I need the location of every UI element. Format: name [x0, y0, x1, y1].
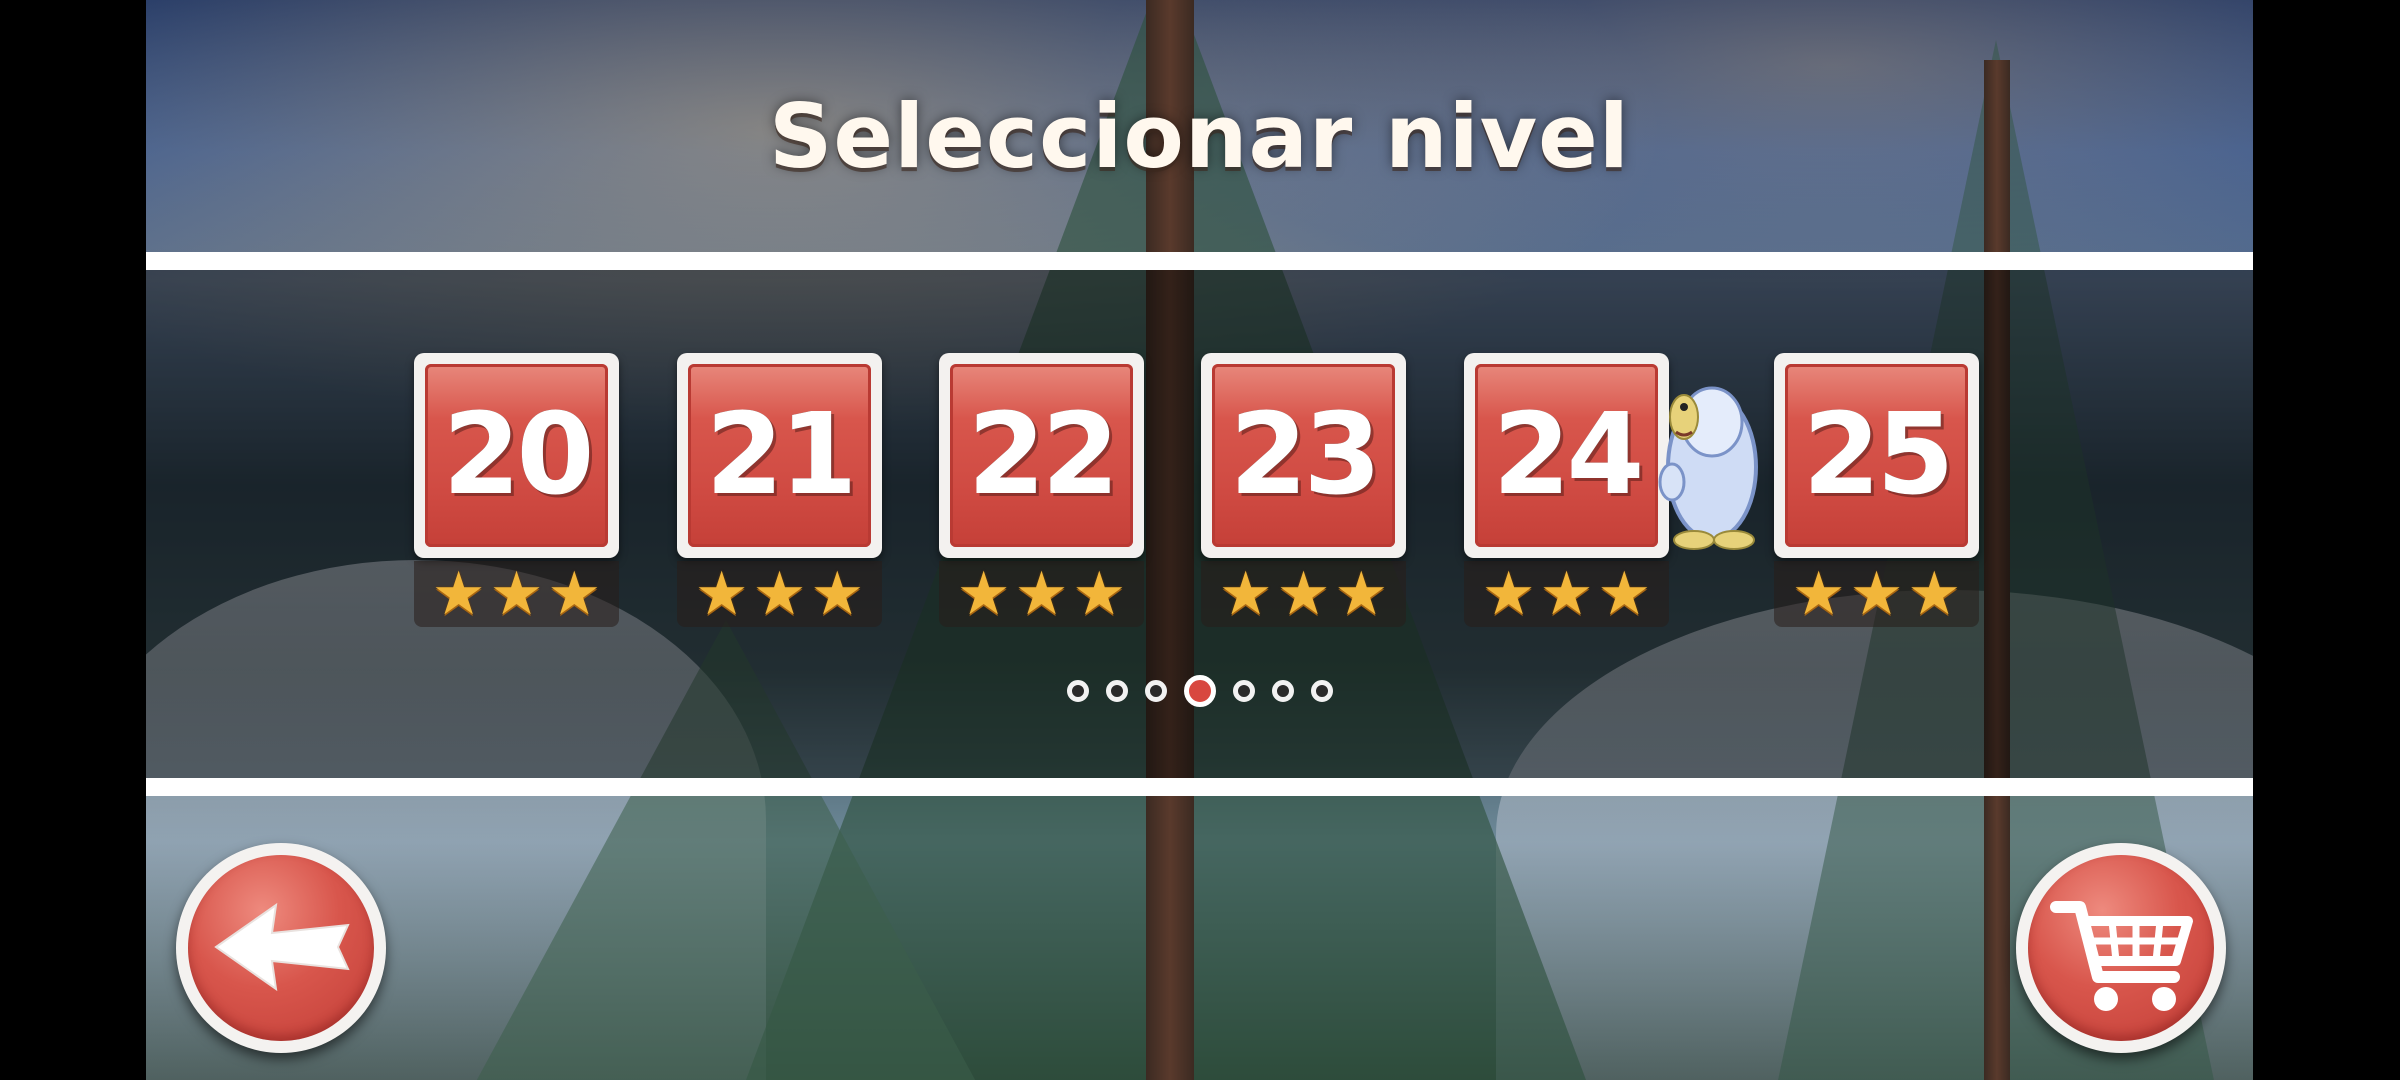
- page-dot[interactable]: [1310, 680, 1333, 702]
- page-title: Seleccionar nivel: [769, 85, 1630, 188]
- level-number: 23: [1229, 390, 1382, 520]
- game-screen: Seleccionar nivel 20 ★ ★ ★ 21 ★ ★ ★ 22 ★…: [146, 0, 2253, 1080]
- star-icon: ★: [1481, 559, 1536, 629]
- star-rating: ★ ★ ★: [414, 561, 619, 627]
- level-tile-23[interactable]: 23 ★ ★ ★: [1201, 353, 1406, 628]
- star-rating: ★ ★ ★: [1774, 561, 1979, 627]
- divider-top: [146, 252, 2253, 270]
- tile-face: 20: [425, 364, 608, 547]
- level-button[interactable]: 23: [1201, 353, 1406, 558]
- star-icon: ★: [547, 559, 602, 629]
- tile-face: 23: [1212, 364, 1395, 547]
- tile-face: 25: [1785, 364, 1968, 547]
- level-number: 20: [442, 390, 595, 520]
- tile-face: 24: [1475, 364, 1658, 547]
- page-indicator: [146, 675, 2253, 707]
- level-number: 24: [1492, 390, 1645, 520]
- shop-button[interactable]: [2016, 843, 2226, 1053]
- page-dot[interactable]: [1232, 680, 1255, 702]
- star-icon: ★: [1907, 559, 1962, 629]
- tile-face: 22: [950, 364, 1133, 547]
- level-button[interactable]: 25: [1774, 353, 1979, 558]
- shop-button-face: [2028, 855, 2214, 1041]
- star-icon: ★: [1072, 559, 1127, 629]
- star-icon: ★: [1539, 559, 1594, 629]
- level-number: 25: [1802, 390, 1955, 520]
- back-button[interactable]: [176, 843, 386, 1053]
- star-rating: ★ ★ ★: [1464, 561, 1669, 627]
- level-tile-22[interactable]: 22 ★ ★ ★: [939, 353, 1144, 628]
- level-button[interactable]: 20: [414, 353, 619, 558]
- back-arrow-icon: [214, 902, 350, 992]
- yeti-character-icon: [1658, 386, 1758, 550]
- star-rating: ★ ★ ★: [1201, 561, 1406, 627]
- star-icon: ★: [752, 559, 807, 629]
- star-icon: ★: [1791, 559, 1846, 629]
- level-number: 22: [967, 390, 1120, 520]
- level-tile-25[interactable]: 25 ★ ★ ★: [1774, 353, 1979, 628]
- star-icon: ★: [1218, 559, 1273, 629]
- star-icon: ★: [810, 559, 865, 629]
- tile-face: 21: [688, 364, 871, 547]
- page-dot[interactable]: [1066, 680, 1089, 702]
- star-icon: ★: [1334, 559, 1389, 629]
- star-icon: ★: [431, 559, 486, 629]
- level-button[interactable]: 22: [939, 353, 1144, 558]
- star-rating: ★ ★ ★: [939, 561, 1144, 627]
- page-dot-active[interactable]: [1183, 675, 1216, 707]
- star-icon: ★: [1849, 559, 1904, 629]
- star-icon: ★: [1597, 559, 1652, 629]
- star-rating: ★ ★ ★: [677, 561, 882, 627]
- star-icon: ★: [694, 559, 749, 629]
- level-button[interactable]: 21: [677, 353, 882, 558]
- page-dot[interactable]: [1144, 680, 1167, 702]
- star-icon: ★: [489, 559, 544, 629]
- level-number: 21: [705, 390, 858, 520]
- level-tile-20[interactable]: 20 ★ ★ ★: [414, 353, 619, 628]
- level-tile-24[interactable]: 24 ★ ★ ★: [1464, 353, 1669, 628]
- page-dot[interactable]: [1105, 680, 1128, 702]
- level-tile-21[interactable]: 21 ★ ★ ★: [677, 353, 882, 628]
- back-button-face: [188, 855, 374, 1041]
- divider-bottom: [146, 778, 2253, 796]
- level-button[interactable]: 24: [1464, 353, 1669, 558]
- star-icon: ★: [1276, 559, 1331, 629]
- page-dot[interactable]: [1271, 680, 1294, 702]
- shopping-cart-icon: [2050, 901, 2193, 1011]
- star-icon: ★: [956, 559, 1011, 629]
- star-icon: ★: [1014, 559, 1069, 629]
